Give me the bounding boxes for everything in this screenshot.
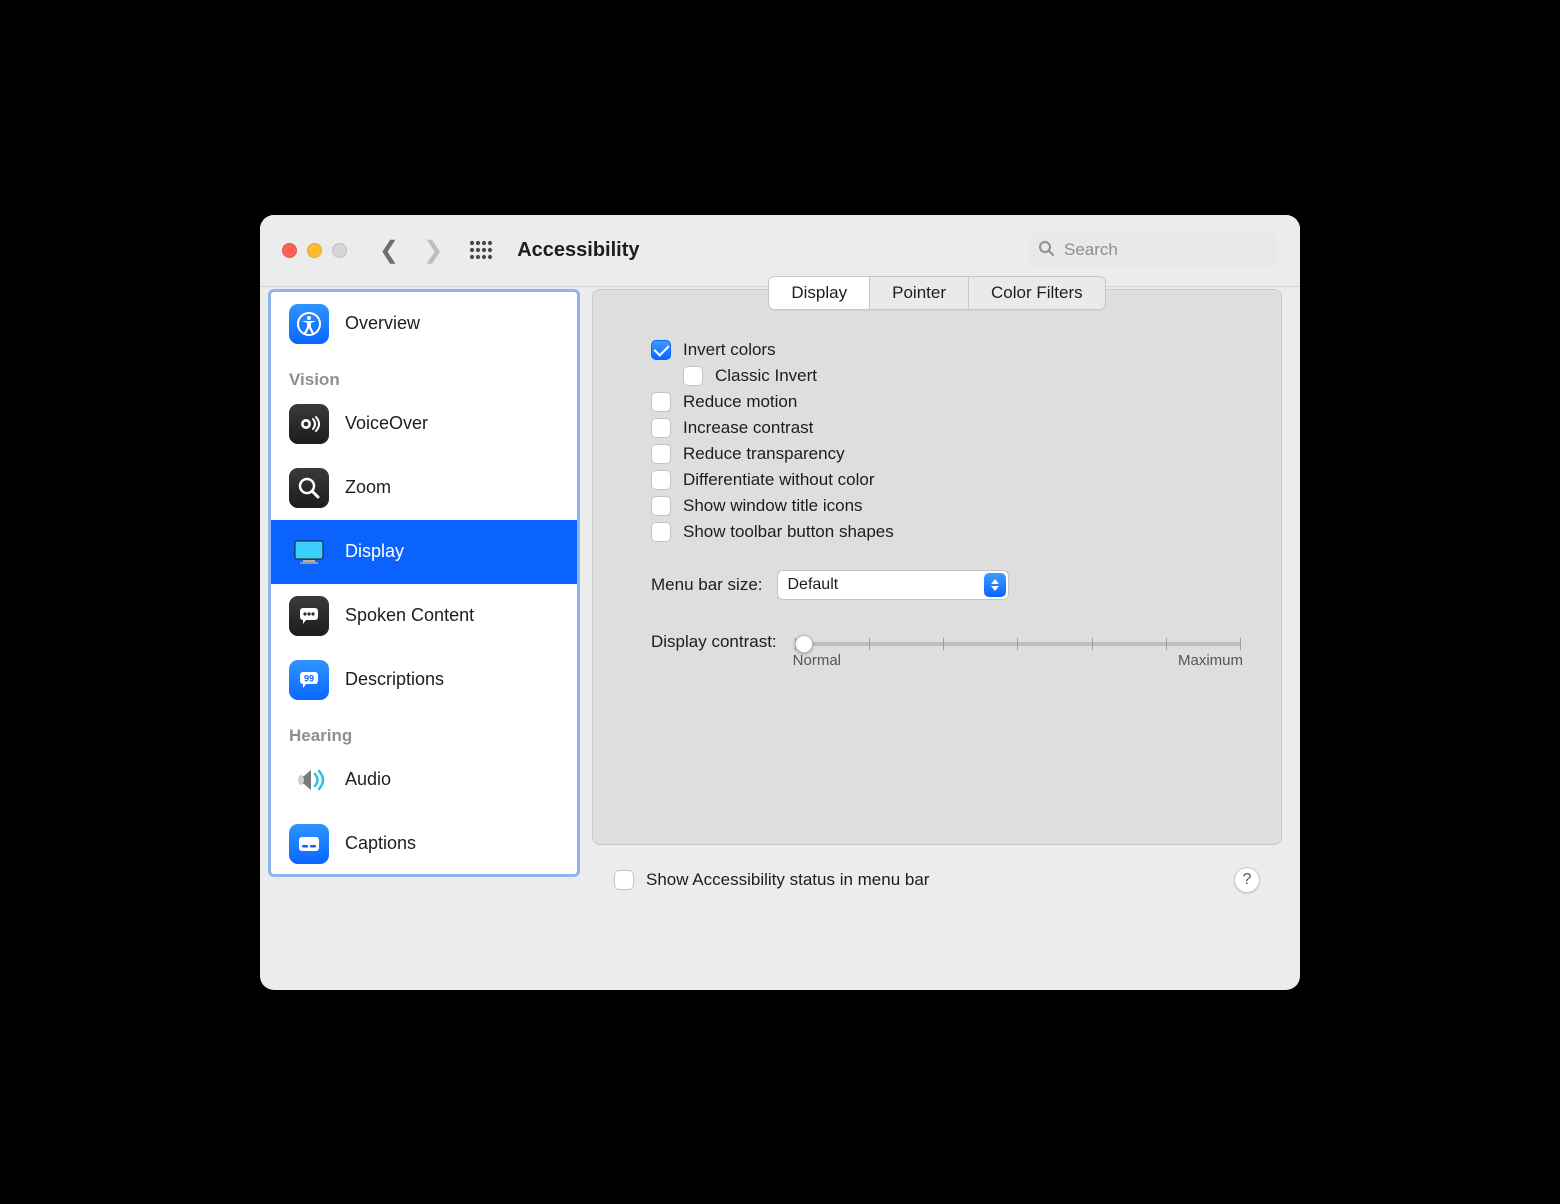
sidebar-item-display[interactable]: Display [271, 520, 577, 584]
minimize-window-button[interactable] [307, 243, 322, 258]
sidebar-item-captions[interactable]: Captions [271, 812, 577, 876]
menu-bar-size-label: Menu bar size: [651, 575, 763, 595]
sidebar-item-label: Captions [345, 833, 416, 854]
sidebar-heading: Hearing [271, 712, 577, 748]
slider-max-label: Maximum [1178, 652, 1243, 669]
zoom-icon [289, 468, 329, 508]
checkbox-label: Invert colors [683, 340, 776, 360]
audio-icon [289, 760, 329, 800]
back-button[interactable]: ❮ [379, 236, 399, 265]
display-panel: DisplayPointerColor Filters Invert color… [592, 289, 1282, 845]
show-status-in-menubar-checkbox[interactable] [614, 870, 634, 890]
descriptions-icon: 99 [289, 660, 329, 700]
slider-thumb[interactable] [795, 635, 813, 653]
search-field[interactable] [1028, 233, 1278, 267]
checkbox-differentiate-without-color[interactable] [651, 470, 671, 490]
spoken-content-icon [289, 596, 329, 636]
checkbox-label: Increase contrast [683, 418, 813, 438]
show-status-in-menubar-label: Show Accessibility status in menu bar [646, 870, 929, 890]
window-controls [282, 243, 347, 258]
footer-row: Show Accessibility status in menu bar ? [592, 845, 1282, 893]
sidebar-item-label: Descriptions [345, 669, 444, 690]
sidebar-item-label: Overview [345, 313, 420, 334]
show-all-prefs-button[interactable] [469, 240, 493, 260]
checkbox-row-invert-colors: Invert colors [651, 340, 1245, 360]
checkbox-increase-contrast[interactable] [651, 418, 671, 438]
sidebar-item-label: VoiceOver [345, 413, 428, 434]
close-window-button[interactable] [282, 243, 297, 258]
checkbox-reduce-motion[interactable] [651, 392, 671, 412]
menu-bar-size-select[interactable]: Default [777, 570, 1009, 600]
checkbox-label: Differentiate without color [683, 470, 875, 490]
checkbox-row-classic-invert: Classic Invert [683, 366, 1245, 386]
menu-bar-size-row: Menu bar size: Default [651, 570, 1245, 600]
sidebar-item-zoom[interactable]: Zoom [271, 456, 577, 520]
sidebar: Overview Vision VoiceOver Zoom Display Spoken… [268, 289, 580, 877]
sidebar-heading: Vision [271, 356, 577, 392]
select-stepper-icon [984, 573, 1006, 597]
sidebar-item-overview[interactable]: Overview [271, 292, 577, 356]
sidebar-item-descriptions[interactable]: 99 Descriptions [271, 648, 577, 712]
checkbox-classic-invert[interactable] [683, 366, 703, 386]
search-input[interactable] [1062, 239, 1268, 261]
sidebar-item-voiceover[interactable]: VoiceOver [271, 392, 577, 456]
slider-min-label: Normal [793, 652, 841, 669]
sidebar-item-spoken-content[interactable]: Spoken Content [271, 584, 577, 648]
tab-display[interactable]: Display [769, 277, 870, 309]
checkbox-show-toolbar-button-shapes[interactable] [651, 522, 671, 542]
display-contrast-row: Display contrast: Normal Maximum [651, 632, 1245, 669]
checkbox-reduce-transparency[interactable] [651, 444, 671, 464]
checkbox-row-reduce-transparency: Reduce transparency [651, 444, 1245, 464]
forward-button: ❯ [423, 236, 443, 265]
window-title: Accessibility [517, 239, 639, 262]
checkbox-row-differentiate-without-color: Differentiate without color [651, 470, 1245, 490]
checkbox-label: Show toolbar button shapes [683, 522, 894, 542]
tab-color-filters[interactable]: Color Filters [969, 277, 1105, 309]
accessibility-icon [289, 304, 329, 344]
checkbox-label: Reduce motion [683, 392, 797, 412]
checkbox-label: Show window title icons [683, 496, 863, 516]
accessibility-prefs-window: ❮ ❯ Accessibility OverviewVisionVo [260, 215, 1300, 990]
checkbox-row-increase-contrast: Increase contrast [651, 418, 1245, 438]
tab-bar: DisplayPointerColor Filters [629, 276, 1245, 310]
sidebar-item-label: Audio [345, 769, 391, 790]
nav-arrows: ❮ ❯ [379, 236, 443, 265]
sidebar-item-audio[interactable]: Audio [271, 748, 577, 812]
display-contrast-label: Display contrast: [651, 632, 777, 652]
checkbox-row-show-window-title-icons: Show window title icons [651, 496, 1245, 516]
checkbox-row-reduce-motion: Reduce motion [651, 392, 1245, 412]
checkbox-invert-colors[interactable] [651, 340, 671, 360]
checkbox-label: Classic Invert [715, 366, 817, 386]
voiceover-icon [289, 404, 329, 444]
search-icon [1038, 240, 1054, 261]
main-content: DisplayPointerColor Filters Invert color… [580, 287, 1300, 990]
body: Overview Vision VoiceOver Zoom Display Spoken… [260, 287, 1300, 990]
sidebar-item-label: Spoken Content [345, 605, 474, 626]
captions-icon [289, 824, 329, 864]
checkbox-row-show-toolbar-button-shapes: Show toolbar button shapes [651, 522, 1245, 542]
svg-text:99: 99 [304, 673, 314, 683]
display-contrast-slider[interactable] [795, 642, 1241, 646]
sidebar-item-label: Zoom [345, 477, 391, 498]
tab-pointer[interactable]: Pointer [870, 277, 969, 309]
zoom-window-button[interactable] [332, 243, 347, 258]
sidebar-item-label: Display [345, 541, 404, 562]
help-button[interactable]: ? [1234, 867, 1260, 893]
checkbox-label: Reduce transparency [683, 444, 845, 464]
sidebar-container: Overview Vision VoiceOver Zoom Display Spoken… [268, 287, 580, 990]
menu-bar-size-value: Default [788, 576, 839, 594]
checkbox-show-window-title-icons[interactable] [651, 496, 671, 516]
display-icon [289, 532, 329, 572]
